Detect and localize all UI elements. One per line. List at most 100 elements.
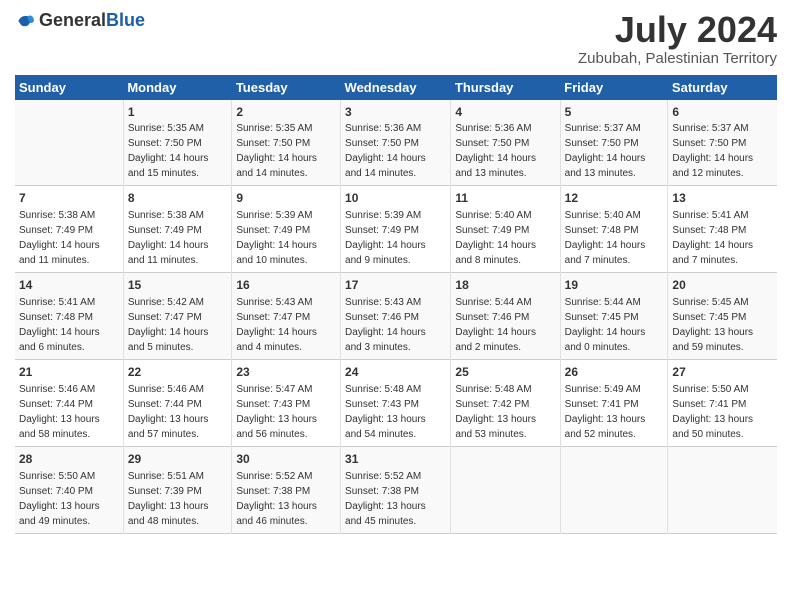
calendar-cell: 20 Sunrise: 5:45 AM Sunset: 7:45 PM Dayli… (668, 273, 777, 360)
col-header-wednesday: Wednesday (341, 75, 451, 100)
calendar-cell: 30 Sunrise: 5:52 AM Sunset: 7:38 PM Dayli… (232, 446, 341, 533)
calendar-cell (15, 100, 123, 186)
calendar-cell: 6 Sunrise: 5:37 AM Sunset: 7:50 PM Daylig… (668, 100, 777, 186)
day-number: 30 (236, 451, 336, 468)
day-info: Sunrise: 5:43 AM Sunset: 7:47 PM Dayligh… (236, 297, 317, 353)
logo: GeneralBlue (15, 10, 145, 31)
day-info: Sunrise: 5:41 AM Sunset: 7:48 PM Dayligh… (19, 297, 100, 353)
day-info: Sunrise: 5:35 AM Sunset: 7:50 PM Dayligh… (128, 123, 209, 179)
day-info: Sunrise: 5:39 AM Sunset: 7:49 PM Dayligh… (236, 210, 317, 266)
calendar-cell: 31 Sunrise: 5:52 AM Sunset: 7:38 PM Dayli… (341, 446, 451, 533)
week-row-2: 14 Sunrise: 5:41 AM Sunset: 7:48 PM Dayli… (15, 273, 777, 360)
day-number: 29 (128, 451, 228, 468)
calendar-cell: 23 Sunrise: 5:47 AM Sunset: 7:43 PM Dayli… (232, 359, 341, 446)
day-number: 1 (128, 104, 228, 121)
day-info: Sunrise: 5:50 AM Sunset: 7:41 PM Dayligh… (672, 384, 753, 440)
header-row: SundayMondayTuesdayWednesdayThursdayFrid… (15, 75, 777, 100)
day-info: Sunrise: 5:36 AM Sunset: 7:50 PM Dayligh… (345, 123, 426, 179)
calendar-cell: 10Sunrise: 5:39 AM Sunset: 7:49 PM Dayli… (341, 186, 451, 273)
calendar-cell: 29 Sunrise: 5:51 AM Sunset: 7:39 PM Dayli… (123, 446, 232, 533)
day-number: 26 (565, 364, 664, 381)
day-number: 25 (455, 364, 555, 381)
subtitle: Zububah, Palestinian Territory (578, 50, 777, 67)
day-number: 2 (236, 104, 336, 121)
calendar-cell: 16 Sunrise: 5:43 AM Sunset: 7:47 PM Dayli… (232, 273, 341, 360)
col-header-sunday: Sunday (15, 75, 123, 100)
day-info: Sunrise: 5:47 AM Sunset: 7:43 PM Dayligh… (236, 384, 317, 440)
day-number: 4 (455, 104, 555, 121)
day-info: Sunrise: 5:52 AM Sunset: 7:38 PM Dayligh… (236, 471, 317, 527)
day-number: 16 (236, 277, 336, 294)
day-info: Sunrise: 5:40 AM Sunset: 7:49 PM Dayligh… (455, 210, 536, 266)
day-info: Sunrise: 5:48 AM Sunset: 7:42 PM Dayligh… (455, 384, 536, 440)
calendar-cell: 15Sunrise: 5:42 AM Sunset: 7:47 PM Dayli… (123, 273, 232, 360)
calendar-cell: 28Sunrise: 5:50 AM Sunset: 7:40 PM Dayli… (15, 446, 123, 533)
calendar-cell: 9 Sunrise: 5:39 AM Sunset: 7:49 PM Daylig… (232, 186, 341, 273)
logo-blue: Blue (106, 10, 145, 30)
day-info: Sunrise: 5:50 AM Sunset: 7:40 PM Dayligh… (19, 471, 100, 527)
calendar-cell: 25 Sunrise: 5:48 AM Sunset: 7:42 PM Dayli… (451, 359, 560, 446)
day-info: Sunrise: 5:46 AM Sunset: 7:44 PM Dayligh… (128, 384, 209, 440)
calendar-cell: 27 Sunrise: 5:50 AM Sunset: 7:41 PM Dayli… (668, 359, 777, 446)
day-number: 19 (565, 277, 664, 294)
day-info: Sunrise: 5:46 AM Sunset: 7:44 PM Dayligh… (19, 384, 100, 440)
calendar-cell (560, 446, 668, 533)
calendar-cell: 3Sunrise: 5:36 AM Sunset: 7:50 PM Daylig… (341, 100, 451, 186)
day-number: 24 (345, 364, 446, 381)
calendar-cell: 12 Sunrise: 5:40 AM Sunset: 7:48 PM Dayli… (560, 186, 668, 273)
calendar-cell: 26 Sunrise: 5:49 AM Sunset: 7:41 PM Dayli… (560, 359, 668, 446)
day-info: Sunrise: 5:36 AM Sunset: 7:50 PM Dayligh… (455, 123, 536, 179)
day-info: Sunrise: 5:38 AM Sunset: 7:49 PM Dayligh… (128, 210, 209, 266)
day-number: 20 (672, 277, 773, 294)
day-info: Sunrise: 5:48 AM Sunset: 7:43 PM Dayligh… (345, 384, 426, 440)
calendar-cell: 4 Sunrise: 5:36 AM Sunset: 7:50 PM Daylig… (451, 100, 560, 186)
week-row-1: 7 Sunrise: 5:38 AM Sunset: 7:49 PM Daylig… (15, 186, 777, 273)
day-number: 5 (565, 104, 664, 121)
day-info: Sunrise: 5:35 AM Sunset: 7:50 PM Dayligh… (236, 123, 317, 179)
day-info: Sunrise: 5:37 AM Sunset: 7:50 PM Dayligh… (565, 123, 646, 179)
day-info: Sunrise: 5:51 AM Sunset: 7:39 PM Dayligh… (128, 471, 209, 527)
day-info: Sunrise: 5:44 AM Sunset: 7:45 PM Dayligh… (565, 297, 646, 353)
col-header-thursday: Thursday (451, 75, 560, 100)
calendar-cell: 22 Sunrise: 5:46 AM Sunset: 7:44 PM Dayli… (123, 359, 232, 446)
calendar-cell: 13Sunrise: 5:41 AM Sunset: 7:48 PM Dayli… (668, 186, 777, 273)
col-header-tuesday: Tuesday (232, 75, 341, 100)
day-number: 27 (672, 364, 773, 381)
day-number: 22 (128, 364, 228, 381)
day-number: 7 (19, 190, 119, 207)
calendar-cell: 18Sunrise: 5:44 AM Sunset: 7:46 PM Dayli… (451, 273, 560, 360)
day-number: 23 (236, 364, 336, 381)
calendar-cell: 5 Sunrise: 5:37 AM Sunset: 7:50 PM Daylig… (560, 100, 668, 186)
col-header-saturday: Saturday (668, 75, 777, 100)
day-info: Sunrise: 5:45 AM Sunset: 7:45 PM Dayligh… (672, 297, 753, 353)
day-number: 15 (128, 277, 228, 294)
calendar-cell (668, 446, 777, 533)
day-number: 9 (236, 190, 336, 207)
day-number: 17 (345, 277, 446, 294)
day-number: 14 (19, 277, 119, 294)
day-info: Sunrise: 5:37 AM Sunset: 7:50 PM Dayligh… (672, 123, 753, 179)
title-block: July 2024 Zububah, Palestinian Territory (578, 10, 777, 67)
week-row-0: 1 Sunrise: 5:35 AM Sunset: 7:50 PM Daylig… (15, 100, 777, 186)
day-info: Sunrise: 5:52 AM Sunset: 7:38 PM Dayligh… (345, 471, 426, 527)
day-number: 21 (19, 364, 119, 381)
day-info: Sunrise: 5:49 AM Sunset: 7:41 PM Dayligh… (565, 384, 646, 440)
calendar-cell: 19 Sunrise: 5:44 AM Sunset: 7:45 PM Dayli… (560, 273, 668, 360)
day-number: 11 (455, 190, 555, 207)
calendar-cell: 11 Sunrise: 5:40 AM Sunset: 7:49 PM Dayli… (451, 186, 560, 273)
day-info: Sunrise: 5:43 AM Sunset: 7:46 PM Dayligh… (345, 297, 426, 353)
calendar-cell: 2 Sunrise: 5:35 AM Sunset: 7:50 PM Daylig… (232, 100, 341, 186)
day-number: 12 (565, 190, 664, 207)
day-number: 6 (672, 104, 773, 121)
day-info: Sunrise: 5:44 AM Sunset: 7:46 PM Dayligh… (455, 297, 536, 353)
logo-icon (15, 11, 35, 31)
week-row-4: 28Sunrise: 5:50 AM Sunset: 7:40 PM Dayli… (15, 446, 777, 533)
calendar-table: SundayMondayTuesdayWednesdayThursdayFrid… (15, 75, 777, 534)
day-number: 31 (345, 451, 446, 468)
page: GeneralBlue July 2024 Zububah, Palestini… (0, 0, 792, 612)
week-row-3: 21 Sunrise: 5:46 AM Sunset: 7:44 PM Dayli… (15, 359, 777, 446)
day-number: 13 (672, 190, 773, 207)
day-info: Sunrise: 5:40 AM Sunset: 7:48 PM Dayligh… (565, 210, 646, 266)
calendar-cell: 7Sunrise: 5:38 AM Sunset: 7:49 PM Daylig… (15, 186, 123, 273)
day-info: Sunrise: 5:39 AM Sunset: 7:49 PM Dayligh… (345, 210, 426, 266)
